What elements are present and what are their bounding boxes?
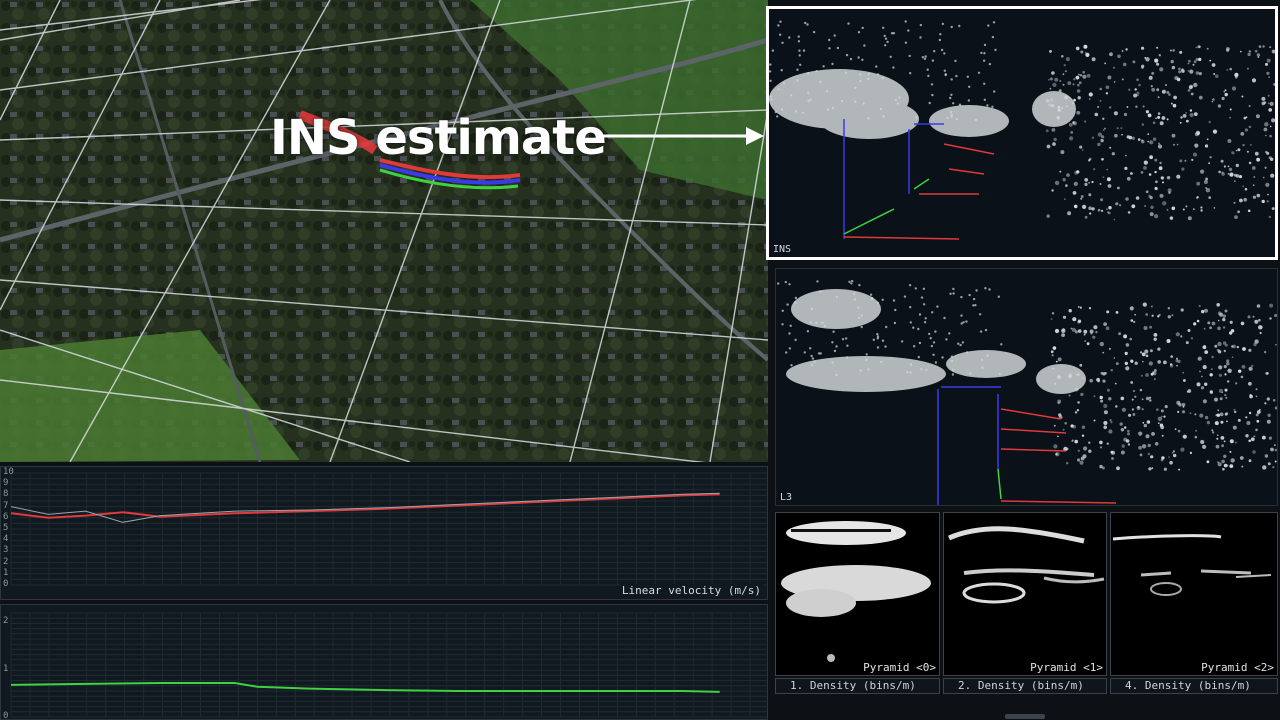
ins-pointcloud-canvas [769,20,1275,240]
density-selector-2[interactable]: 2. Density (bins/m) [943,678,1107,694]
scroll-handle[interactable] [1005,714,1045,719]
y-tick-label: 10 [3,467,14,477]
y-tick-label: 1 [3,567,9,578]
y-tick-label: 1 [3,663,9,674]
callout-label: INS estimate [270,110,607,166]
pyramid-0-image [781,521,931,662]
y-tick-label: 3 [3,545,9,556]
aerial-map-canvas [0,0,768,462]
velocity-chart-title: Linear velocity (m/s) [619,584,763,597]
ins-pointcloud-view[interactable]: INS [766,6,1278,260]
pyramid-0-view[interactable]: Pyramid <0> [775,512,940,676]
linear-velocity-plot [10,472,767,586]
pyramid-2-image [1112,534,1272,596]
y-tick-label: 9 [3,478,9,489]
y-tick-label: 5 [3,523,9,533]
y-tick-label: 8 [3,489,9,500]
density-selector-1[interactable]: 1. Density (bins/m) [775,678,940,694]
l3-view-label: L3 [780,492,793,503]
l3-pointcloud-view[interactable]: L3 [775,268,1278,506]
y-tick-label: 2 [3,556,9,567]
y-tick-label: 0 [3,579,9,589]
pyramid-2-label: Pyramid <2> [1201,661,1274,674]
linear-velocity-chart: 10 9 8 7 6 5 4 3 2 1 0 Linear velocity (m/s) [0,466,768,600]
pyramid-0-label: Pyramid <0> [863,661,936,674]
l3-pointcloud-canvas [777,279,1277,505]
y-tick-label: 6 [3,511,9,522]
density-selector-4[interactable]: 4. Density (bins/m) [1110,678,1278,694]
y-tick-label: 7 [3,500,9,511]
y-tick-label: 4 [3,534,9,545]
secondary-metric-plot [10,612,767,718]
aerial-map-view[interactable]: INS estimate [0,0,768,462]
y-tick-label: 2 [3,616,9,627]
ins-view-label: INS [773,244,792,255]
pyramid-1-label: Pyramid <1> [1030,661,1103,674]
pyramid-1-view[interactable]: Pyramid <1> [943,512,1107,676]
y-tick-label: 0 [3,711,9,720]
pyramid-2-view[interactable]: Pyramid <2> [1110,512,1278,676]
secondary-metric-chart: 2 1 0 [0,604,768,720]
pyramid-1-image [948,526,1105,604]
